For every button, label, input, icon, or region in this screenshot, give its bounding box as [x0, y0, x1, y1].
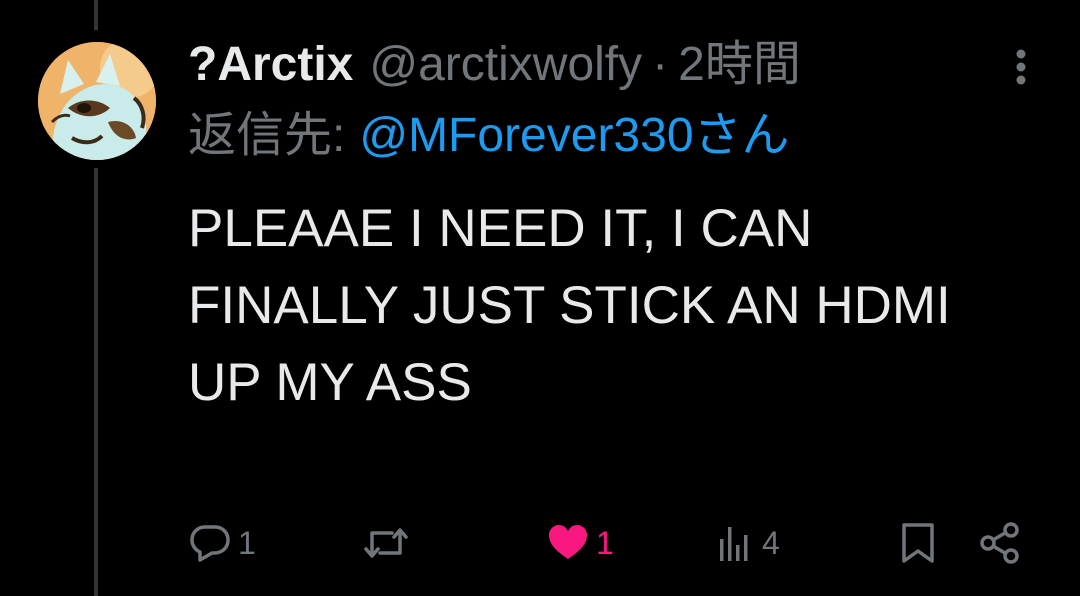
reply-button[interactable]: 1 [188, 518, 256, 568]
reply-context: 返信先: @MForever330さん [188, 106, 790, 166]
post-header: ?Arctix @arctixwolfy · 2時間 [188, 34, 801, 96]
post-text-line: FINALLY JUST STICK AN HDMI [188, 276, 951, 335]
display-name[interactable]: ?Arctix [188, 34, 353, 96]
more-options-button[interactable] [1004, 46, 1038, 88]
speech-bubble-icon [190, 525, 230, 562]
avatar-image-icon [38, 42, 156, 160]
more-vertical-icon [1016, 49, 1026, 85]
reply-prefix: 返信先: [188, 109, 346, 162]
share-button[interactable] [976, 518, 1024, 568]
post-time[interactable]: 2時間 [678, 34, 801, 96]
heart-icon [549, 525, 587, 559]
bookmark-button[interactable] [898, 518, 938, 568]
like-count: 1 [596, 524, 614, 561]
views-button[interactable]: 4 [716, 518, 780, 568]
post-text-line: UP MY ASS [188, 353, 472, 412]
reply-to-link[interactable]: @MForever330さん [359, 106, 789, 166]
thread-line-top [94, 0, 98, 30]
thread-line [94, 168, 98, 596]
post-text: PLEAAE I NEED IT, I CAN FINALLY JUST STI… [188, 190, 1028, 421]
bar-chart-icon [720, 527, 748, 561]
share-icon [980, 522, 1019, 564]
views-count: 4 [762, 524, 780, 561]
separator-dot: · [652, 38, 669, 91]
repost-button[interactable] [362, 518, 410, 568]
user-handle[interactable]: @arctixwolfy [369, 34, 642, 96]
repost-arrows-icon [364, 528, 408, 558]
avatar[interactable] [38, 42, 156, 160]
post-text-line: PLEAAE I NEED IT, I CAN [188, 199, 813, 258]
reply-count: 1 [238, 524, 256, 561]
bookmark-icon [902, 523, 934, 563]
like-button[interactable]: 1 [546, 518, 614, 568]
